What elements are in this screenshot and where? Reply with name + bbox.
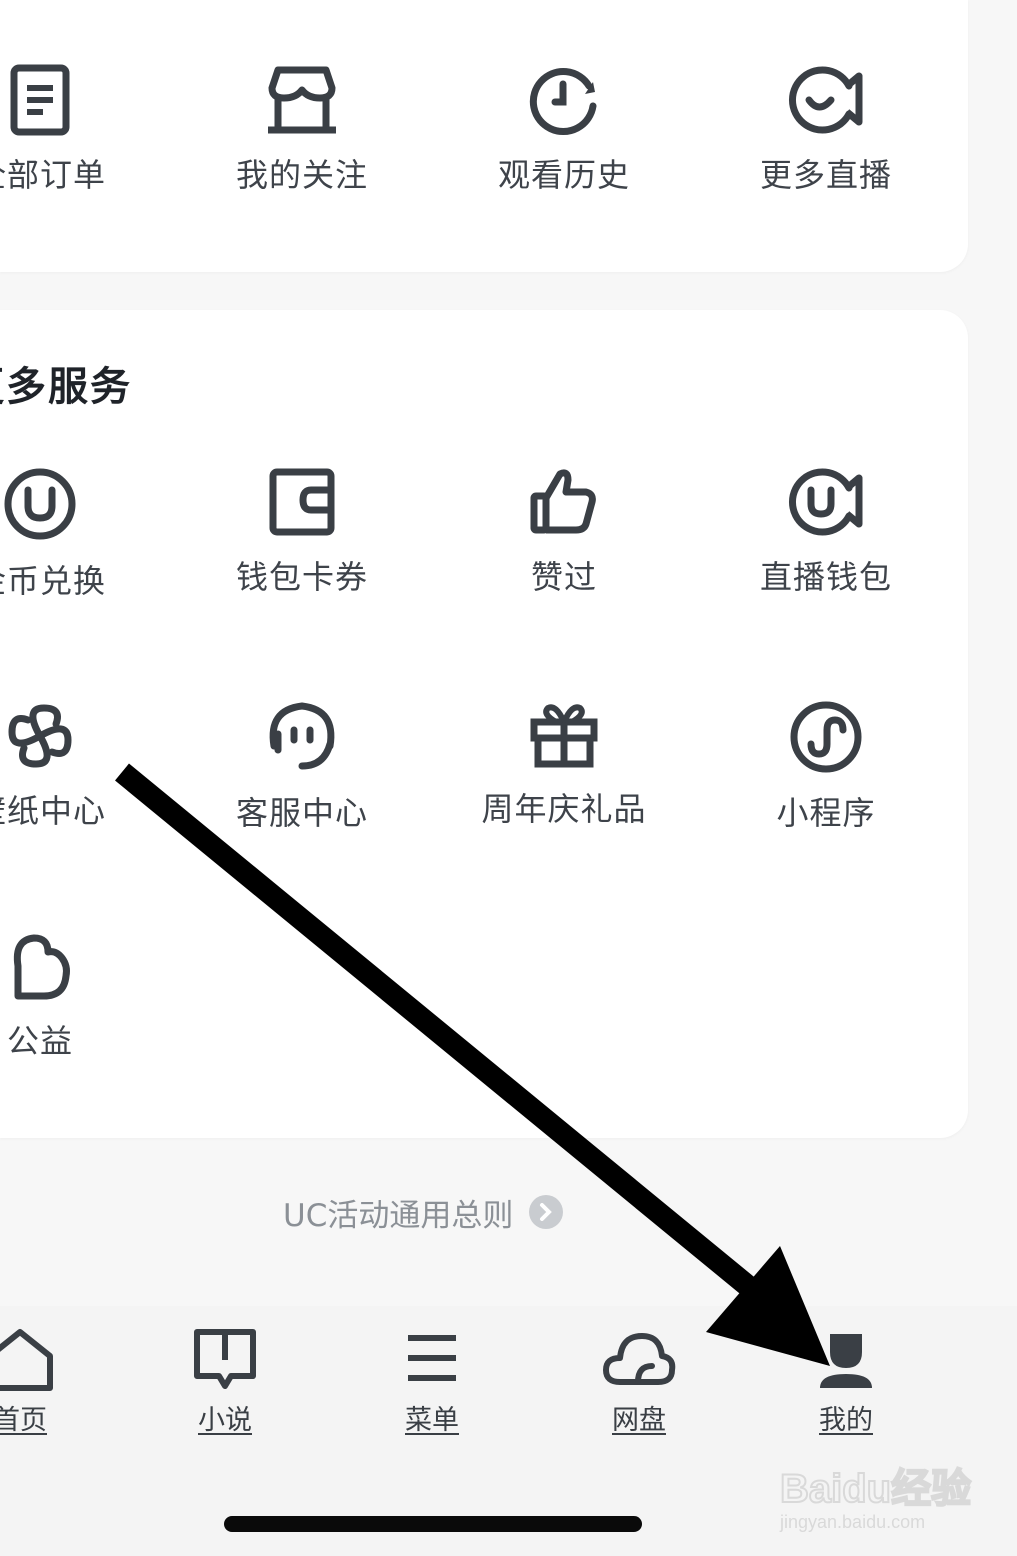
service-label: 钱包卡券 <box>235 558 368 596</box>
tab-mine[interactable]: 我的 <box>786 1326 906 1437</box>
coin-u-icon <box>4 468 76 540</box>
chevron-right-icon <box>529 1195 564 1229</box>
service-live-wallet[interactable]: 直播钱包 <box>726 466 926 598</box>
service-mini-program[interactable]: 小程序 <box>726 700 926 834</box>
tab-label: 首页 <box>0 1405 47 1436</box>
service-label: 壁纸中心 <box>0 792 106 830</box>
live-wallet-icon <box>789 468 863 536</box>
service-customer-center[interactable]: 客服中心 <box>202 700 402 834</box>
service-label: 公益 <box>6 1022 73 1060</box>
home-indicator <box>224 1516 642 1532</box>
menu-icon <box>408 1335 456 1381</box>
tab-cloud-drive[interactable]: 网盘 <box>579 1326 699 1437</box>
book-icon <box>194 1329 256 1389</box>
shortcut-watch-history[interactable]: 观看历史 <box>464 64 664 196</box>
thumbs-up-icon <box>530 469 596 534</box>
tab-novel[interactable]: 小说 <box>165 1326 285 1437</box>
store-follow-icon <box>268 66 336 134</box>
service-label: 金币兑换 <box>0 562 106 600</box>
headset-icon <box>269 702 335 770</box>
service-label: 周年庆礼品 <box>481 790 647 828</box>
home-icon <box>0 1329 53 1391</box>
tab-menu[interactable]: 菜单 <box>372 1326 492 1437</box>
service-label: 赞过 <box>530 558 597 596</box>
service-wallpaper-center[interactable]: 壁纸中心 <box>0 700 120 832</box>
tab-label: 小说 <box>198 1405 252 1436</box>
charity-heart-icon <box>13 934 70 1000</box>
clip-coin: 金币兑换 <box>0 466 120 606</box>
service-label: 小程序 <box>776 794 876 832</box>
clip-wallpaper: 壁纸中心 <box>0 700 120 840</box>
service-charity[interactable]: 公益 <box>0 932 140 1062</box>
service-liked[interactable]: 赞过 <box>464 466 664 598</box>
live-camera-icon <box>789 66 863 134</box>
shortcut-my-follow[interactable]: 我的关注 <box>202 64 402 196</box>
history-clock-icon <box>529 68 597 135</box>
shortcuts-card: 全部订单 我的关注 观看历史 更多直播 <box>0 0 968 272</box>
rules-link-label: UC活动通用总则 <box>283 1197 514 1234</box>
shortcut-label: 观看历史 <box>497 156 630 194</box>
watermark-url: jingyan.baidu.com <box>779 1512 925 1532</box>
shortcut-label: 我的关注 <box>235 156 368 194</box>
tab-label: 网盘 <box>612 1405 666 1436</box>
service-label: 直播钱包 <box>759 558 892 596</box>
shortcut-more-live[interactable]: 更多直播 <box>726 64 926 196</box>
watermark-brand: Baidu经验 <box>780 1467 971 1511</box>
tab-label: 我的 <box>819 1405 873 1436</box>
gift-icon <box>530 704 598 768</box>
shortcut-all-orders[interactable]: 全部订单 <box>0 64 120 196</box>
services-title: 更多服务 <box>0 364 132 410</box>
activity-rules-link[interactable]: UC活动通用总则 <box>283 1190 564 1234</box>
wallpaper-swirl-icon <box>8 704 72 768</box>
clip-order: 全部订单 <box>0 64 120 204</box>
service-wallet-coupons[interactable]: 钱包卡券 <box>202 466 402 598</box>
order-document-icon <box>10 64 70 136</box>
mini-program-icon <box>790 701 862 773</box>
tab-label: 菜单 <box>405 1405 459 1436</box>
user-icon <box>820 1334 872 1388</box>
tab-home[interactable]: 首页 <box>0 1326 80 1437</box>
shortcut-label: 全部订单 <box>0 156 106 194</box>
wallet-icon <box>269 468 335 536</box>
service-coin-exchange[interactable]: 金币兑换 <box>0 466 120 602</box>
service-label: 客服中心 <box>235 794 368 832</box>
cloud-icon <box>603 1333 676 1385</box>
shortcut-label: 更多直播 <box>759 156 892 194</box>
baidu-jingyan-watermark: Baidu经验 jingyan.baidu.com <box>778 1446 978 1536</box>
service-anniversary-gift[interactable]: 周年庆礼品 <box>464 700 664 830</box>
